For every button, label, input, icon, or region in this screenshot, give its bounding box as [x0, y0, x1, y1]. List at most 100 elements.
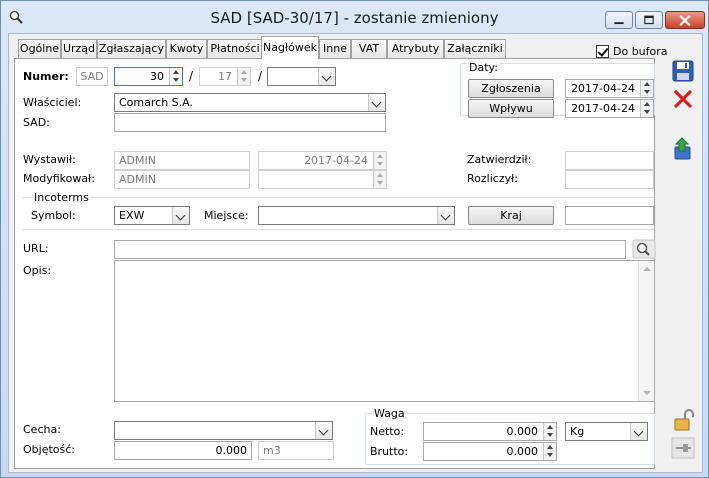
modyfikowal-user: ADMIN: [114, 170, 250, 189]
wplywu-label: Wpływu: [489, 102, 533, 115]
window: SAD [SAD-30/17] - zostanie zmieniony Ogó…: [0, 0, 709, 478]
zgloszenia-date-field[interactable]: 2017-04-24: [565, 79, 654, 98]
wplywu-date-field[interactable]: 2017-04-24: [565, 99, 654, 118]
chevron-down-icon: [368, 94, 385, 111]
numer-separator-1: /: [189, 69, 194, 83]
export-icon[interactable]: [671, 137, 695, 161]
modyfikowal-date-field: [258, 170, 387, 189]
numer-prefix: SAD: [76, 67, 108, 86]
brutto-spinner[interactable]: [543, 443, 556, 460]
miejsce-select[interactable]: [258, 206, 455, 225]
wplywu-date-value: 2017-04-24: [571, 102, 635, 115]
wlasciciel-select[interactable]: Comarch S.A.: [114, 93, 386, 112]
client-area: Ogólne Urząd Zgłaszający Kwoty Płatności…: [8, 33, 703, 473]
lock-icon[interactable]: [671, 408, 695, 432]
chevron-down-icon: [315, 422, 332, 439]
modyfikowal-date-spinner: [373, 171, 386, 188]
objetosc-unit: m3: [258, 441, 334, 460]
zgloszenia-date-value: 2017-04-24: [571, 82, 635, 95]
numer-year-spinner[interactable]: [237, 68, 250, 85]
objetosc-input[interactable]: 0.000: [114, 441, 252, 460]
chevron-down-icon: [437, 207, 454, 224]
cecha-label: Cecha:: [23, 423, 61, 436]
opis-scrollbar[interactable]: [638, 261, 654, 401]
tab-atrybuty[interactable]: Atrybuty: [387, 39, 444, 58]
numer-year-field[interactable]: 17: [199, 67, 251, 86]
close-icon: [679, 15, 691, 27]
netto-field[interactable]: 0.000: [423, 422, 557, 441]
kraj-input[interactable]: [565, 206, 654, 225]
naglowek-page: Numer: SAD 30 / 17 / Właściciel: Comarch…: [14, 58, 656, 469]
close-button[interactable]: [665, 11, 705, 29]
do-bufora-label: Do bufora: [613, 45, 668, 58]
wystawil-date-field: 2017-04-24: [258, 151, 387, 170]
save-icon[interactable]: [671, 59, 695, 83]
daty-label: Daty:: [467, 61, 500, 74]
numer-number-field[interactable]: 30: [114, 67, 183, 86]
window-title: SAD [SAD-30/17] - zostanie zmieniony: [210, 9, 499, 27]
zgloszenia-button[interactable]: Zgłoszenia: [468, 79, 554, 98]
wplywu-date-spinner[interactable]: [640, 100, 653, 117]
incoterms-bottom-separator: [23, 229, 654, 230]
pin-icon[interactable]: [671, 437, 695, 459]
do-bufora-checkbox[interactable]: [596, 45, 609, 58]
chevron-down-icon: [172, 207, 189, 224]
zgloszenia-label: Zgłoszenia: [481, 82, 541, 95]
cecha-select[interactable]: [114, 421, 333, 440]
tab-inne[interactable]: Inne: [319, 39, 351, 58]
tab-kwoty[interactable]: Kwoty: [166, 39, 207, 58]
scroll-up-icon[interactable]: [643, 267, 651, 271]
wlasciciel-value: Comarch S.A.: [119, 96, 193, 109]
title-bar[interactable]: SAD [SAD-30/17] - zostanie zmieniony: [1, 1, 708, 34]
numer-label: Numer:: [23, 70, 69, 83]
kraj-button[interactable]: Kraj: [468, 206, 554, 225]
wlasciciel-label: Właściciel:: [23, 96, 82, 109]
tab-ogolne[interactable]: Ogólne: [18, 39, 61, 58]
brutto-value: 0.000: [506, 445, 539, 458]
numer-series-select[interactable]: [267, 67, 336, 86]
wplywu-button[interactable]: Wpływu: [468, 99, 554, 118]
modyfikowal-label: Modyfikował:: [23, 172, 95, 185]
netto-label: Netto:: [370, 425, 405, 438]
maximize-icon: [644, 15, 654, 25]
waga-unit-select[interactable]: Kg: [565, 422, 648, 441]
maximize-button[interactable]: [635, 11, 663, 29]
numer-number-value: 30: [150, 70, 164, 83]
wystawil-date-spinner: [373, 152, 386, 169]
minimize-icon: [614, 22, 624, 25]
opis-textarea[interactable]: [114, 260, 655, 402]
url-input[interactable]: [114, 240, 626, 259]
symbol-value: EXW: [119, 209, 145, 222]
symbol-select[interactable]: EXW: [114, 206, 190, 225]
minimize-button[interactable]: [605, 11, 633, 29]
incoterms-label: Incoterms: [32, 191, 91, 204]
url-label: URL:: [23, 242, 49, 255]
brutto-field[interactable]: 0.000: [423, 442, 557, 461]
numer-number-spinner[interactable]: [169, 68, 182, 85]
symbol-label: Symbol:: [31, 209, 76, 222]
netto-spinner[interactable]: [543, 423, 556, 440]
kraj-label: Kraj: [500, 209, 522, 222]
chevron-down-icon: [630, 423, 647, 440]
zgloszenia-date-spinner[interactable]: [640, 80, 653, 97]
scroll-down-icon[interactable]: [643, 391, 651, 395]
wystawil-user: ADMIN: [114, 151, 250, 170]
sad-input[interactable]: [114, 113, 386, 132]
search-icon[interactable]: [632, 238, 656, 260]
tab-platnosci[interactable]: Płatności: [207, 39, 263, 58]
tab-zglaszajacy[interactable]: Zgłaszający: [97, 39, 166, 58]
zatwierdzil-label: Zatwierdził:: [467, 153, 532, 166]
tab-vat[interactable]: VAT: [351, 39, 387, 58]
incoterms-top-separator: [23, 197, 654, 198]
chevron-down-icon: [318, 68, 335, 85]
tab-urzad[interactable]: Urząd: [61, 39, 97, 58]
netto-value: 0.000: [506, 425, 539, 438]
rozliczyl-field: [565, 170, 654, 189]
zatwierdzil-field: [565, 151, 654, 170]
tab-naglowek[interactable]: Nagłówek: [261, 36, 319, 59]
brutto-label: Brutto:: [370, 445, 409, 458]
tab-zalaczniki[interactable]: Załączniki: [444, 39, 506, 58]
objetosc-label: Objętość:: [23, 443, 75, 456]
wystawil-label: Wystawił:: [23, 153, 76, 166]
close-icon[interactable]: [671, 87, 695, 111]
